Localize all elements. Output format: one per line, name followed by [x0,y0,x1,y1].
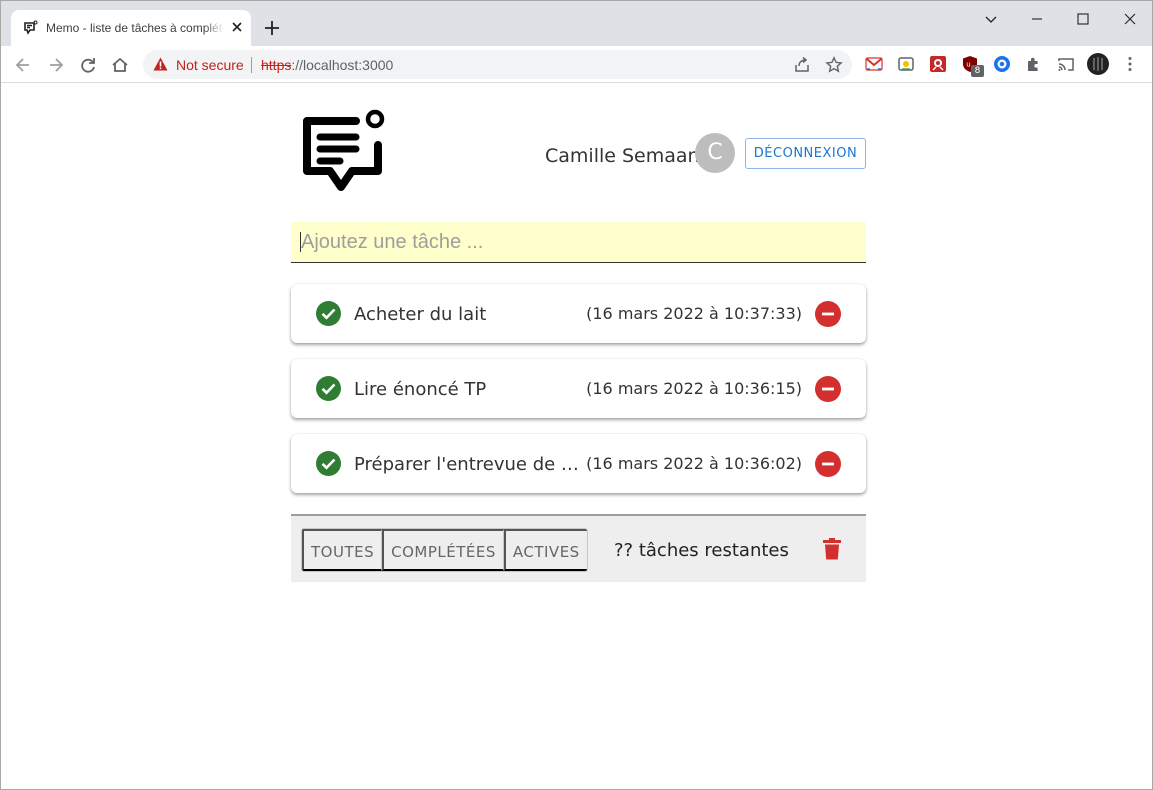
filter-completed-button[interactable]: COMPLÉTÉES [382,529,504,571]
remaining-count: ?? tâches restantes [614,540,789,561]
share-icon[interactable] [793,56,811,74]
address-bar[interactable]: Not secure https://localhost:3000 [143,50,852,79]
profile-avatar-icon[interactable] [1087,53,1109,75]
extension-badge: 8 [971,65,984,77]
task-item: Acheter du lait (16 mars 2022 à 10:37:33… [291,284,866,343]
warning-icon[interactable] [153,57,168,71]
task-date: (16 mars 2022 à 10:36:02) [586,454,802,473]
game-extension-icon[interactable] [929,55,947,73]
tab-strip: Memo - liste de tâches à compléter [1,1,1152,46]
security-label[interactable]: Not secure [176,57,244,73]
browser-toolbar: Not secure https://localhost:3000 u 8 [1,46,1152,83]
browser-window: Memo - liste de tâches à compléter Not s… [0,0,1153,790]
task-text[interactable]: Préparer l'entrevue de s... [354,454,584,475]
avatar: C [695,133,735,173]
home-icon[interactable] [110,55,130,75]
delete-task-icon[interactable] [815,376,841,402]
memo-favicon-icon [24,20,38,35]
url-text[interactable]: https://localhost:3000 [261,57,393,73]
new-task-input[interactable] [291,222,866,263]
reload-icon[interactable] [78,55,98,75]
maximize-icon[interactable] [1073,9,1093,29]
logout-button[interactable]: DÉCONNEXION [745,138,866,169]
cast-icon[interactable] [1057,55,1075,73]
close-tab-icon[interactable] [229,19,245,35]
task-text[interactable]: Acheter du lait [354,304,584,325]
extensions-puzzle-icon[interactable] [1025,55,1043,73]
browser-tab[interactable]: Memo - liste de tâches à compléter [11,10,251,46]
task-date: (16 mars 2022 à 10:37:33) [586,304,802,323]
new-tab-icon[interactable] [263,19,281,37]
user-name: Camille Semaan [545,145,700,167]
task-date: (16 mars 2022 à 10:36:15) [586,379,802,398]
filter-group: TOUTES COMPLÉTÉES ACTIVES [301,528,588,572]
filter-active-button[interactable]: ACTIVES [503,529,587,571]
svg-text:u: u [966,61,970,69]
gmail-extension-icon[interactable] [865,55,883,73]
url-host: ://localhost:3000 [291,57,394,73]
minimize-icon[interactable] [1027,9,1047,29]
task-item: Préparer l'entrevue de s... (16 mars 202… [291,434,866,493]
delete-task-icon[interactable] [815,301,841,327]
task-item: Lire énoncé TP (16 mars 2022 à 10:36:15) [291,359,866,418]
task-footer: TOUTES COMPLÉTÉES ACTIVES ?? tâches rest… [291,514,866,582]
url-scheme: https [261,57,292,73]
omnibox-separator [251,57,252,73]
trash-icon[interactable] [822,537,842,561]
forward-icon[interactable] [46,55,66,75]
browser-menu-icon[interactable] [1121,55,1139,73]
tab-search-icon[interactable] [981,9,1001,29]
back-icon[interactable] [13,55,33,75]
completed-check-icon[interactable] [316,301,341,326]
completed-check-icon[interactable] [316,451,341,476]
target-extension-icon[interactable] [993,55,1011,73]
delete-task-icon[interactable] [815,451,841,477]
text-caret [300,232,301,252]
page-content: Camille Semaan C DÉCONNEXION Acheter du … [2,83,1152,789]
filter-all-button[interactable]: TOUTES [302,529,383,571]
bookmark-star-icon[interactable] [825,56,843,74]
screenshot-extension-icon[interactable] [897,55,915,73]
completed-check-icon[interactable] [316,376,341,401]
tab-title: Memo - liste de tâches à compléter [46,21,224,35]
memo-logo-icon [303,109,385,191]
close-window-icon[interactable] [1120,9,1140,29]
task-text[interactable]: Lire énoncé TP [354,379,584,400]
